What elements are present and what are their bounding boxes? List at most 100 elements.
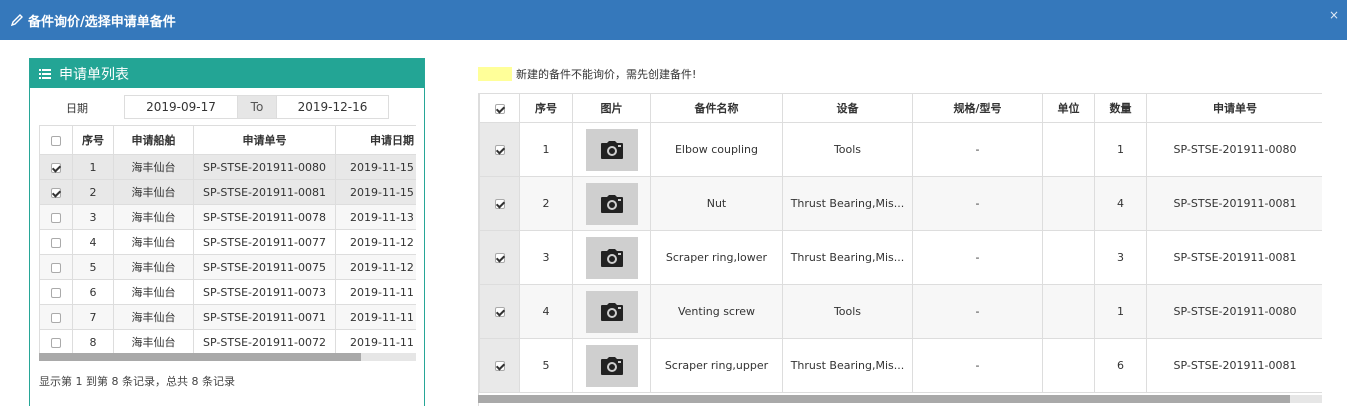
table-row[interactable]: 2 Nut Thrust Bearing,Mis... -4 SP-STSE-20191…	[479, 176, 1322, 231]
date-to-label: To	[238, 95, 276, 119]
row-select-cell[interactable]	[39, 254, 73, 280]
row-select-cell[interactable]	[39, 204, 73, 230]
select-all-checkbox[interactable]	[494, 103, 505, 114]
column-header: 申请日期	[335, 125, 416, 155]
photo-cell[interactable]	[572, 176, 651, 231]
ship-name: 海丰仙台	[113, 329, 194, 355]
row-checkbox[interactable]	[494, 361, 505, 371]
request-number: SP-STSE-201911-0081	[1146, 338, 1322, 393]
table-row[interactable]: 2 海丰仙台 SP-STSE-201911-0081 2019-11-15	[39, 179, 416, 205]
row-select-cell[interactable]	[39, 329, 73, 355]
column-header: 申请单号	[193, 125, 336, 155]
camera-icon	[600, 194, 623, 213]
camera-icon	[600, 140, 623, 159]
column-header: 规格/型号	[912, 93, 1043, 123]
spec-model: -	[912, 284, 1043, 339]
part-photo-placeholder[interactable]	[585, 182, 638, 225]
table-row[interactable]: 5 海丰仙台 SP-STSE-201911-0075 2019-11-12	[39, 254, 416, 280]
part-photo-placeholder[interactable]	[585, 128, 638, 171]
row-checkbox[interactable]	[494, 145, 505, 155]
row-checkbox[interactable]	[51, 262, 61, 273]
request-number: SP-STSE-201911-0080	[1146, 122, 1322, 177]
column-header: 序号	[72, 125, 114, 155]
row-select-cell[interactable]	[479, 176, 520, 231]
row-select-cell[interactable]	[39, 279, 73, 305]
part-photo-placeholder[interactable]	[585, 290, 638, 333]
row-select-cell[interactable]	[479, 338, 520, 393]
row-checkbox[interactable]	[51, 312, 61, 323]
row-number: 5	[72, 254, 114, 280]
row-select-cell[interactable]	[39, 179, 73, 205]
request-number: SP-STSE-201911-0077	[193, 229, 336, 255]
part-name: Nut	[650, 176, 783, 231]
row-checkbox[interactable]	[51, 187, 61, 198]
quantity: 1	[1094, 284, 1147, 339]
table-row[interactable]: 3 海丰仙台 SP-STSE-201911-0078 2019-11-13	[39, 204, 416, 230]
table-row[interactable]: 1 Elbow coupling Tools -1 SP-STSE-201911-008…	[479, 122, 1322, 177]
row-select-cell[interactable]	[479, 284, 520, 339]
photo-cell[interactable]	[572, 338, 651, 393]
table-row[interactable]: 1 海丰仙台 SP-STSE-201911-0080 2019-11-15	[39, 154, 416, 180]
request-table-container: 序号 申请船舶 申请单号 申请日期 1 海丰仙台 SP-STSE-201911-00…	[39, 125, 416, 361]
part-name: Elbow coupling	[650, 122, 783, 177]
row-checkbox[interactable]	[51, 237, 61, 248]
row-number: 4	[72, 229, 114, 255]
row-number: 1	[72, 154, 114, 180]
quantity: 4	[1094, 176, 1147, 231]
table-row[interactable]: 4 Venting screw Tools -1 SP-STSE-201911-0080	[479, 284, 1322, 339]
pencil-icon	[10, 14, 23, 27]
table-row[interactable]: 6 海丰仙台 SP-STSE-201911-0073 2019-11-11	[39, 279, 416, 305]
table-row[interactable]: 5 Scraper ring,upper Thrust Bearing,Mis...…	[479, 338, 1322, 393]
column-header: 图片	[572, 93, 651, 123]
select-all-header[interactable]	[479, 93, 520, 123]
select-all-header[interactable]	[39, 125, 73, 155]
row-select-cell[interactable]	[39, 304, 73, 330]
row-checkbox[interactable]	[51, 212, 61, 223]
scrollbar-thumb[interactable]	[478, 395, 1290, 403]
photo-cell[interactable]	[572, 230, 651, 285]
request-number: SP-STSE-201911-0073	[193, 279, 336, 305]
row-checkbox[interactable]	[494, 253, 505, 263]
request-number: SP-STSE-201911-0075	[193, 254, 336, 280]
column-header: 申请单号	[1146, 93, 1322, 123]
table-row[interactable]: 3 Scraper ring,lower Thrust Bearing,Mis...…	[479, 230, 1322, 285]
photo-cell[interactable]	[572, 122, 651, 177]
horizontal-scrollbar[interactable]	[478, 395, 1322, 403]
row-select-cell[interactable]	[479, 230, 520, 285]
row-select-cell[interactable]	[479, 122, 520, 177]
scrollbar-thumb[interactable]	[39, 353, 361, 361]
part-photo-placeholder[interactable]	[585, 236, 638, 279]
horizontal-scrollbar[interactable]	[39, 353, 416, 361]
row-checkbox[interactable]	[51, 337, 61, 348]
quantity: 3	[1094, 230, 1147, 285]
spec-model: -	[912, 338, 1043, 393]
date-from-input[interactable]: 2019-09-17	[124, 95, 238, 119]
pagination-info: 显示第 1 到第 8 条记录，总共 8 条记录	[39, 375, 235, 388]
request-number: SP-STSE-201911-0081	[193, 179, 336, 205]
date-to-input[interactable]: 2019-12-16	[276, 95, 389, 119]
parts-table-container: 序号 图片 备件名称 设备 规格/型号 单位 数量 申请单号 1 Elbow co…	[478, 93, 1322, 406]
request-date: 2019-11-11	[335, 304, 416, 330]
equipment: Thrust Bearing,Mis...	[782, 176, 913, 231]
request-number: SP-STSE-201911-0071	[193, 304, 336, 330]
row-select-cell[interactable]	[39, 229, 73, 255]
equipment: Tools	[782, 122, 913, 177]
row-checkbox[interactable]	[51, 162, 61, 173]
ship-name: 海丰仙台	[113, 229, 194, 255]
close-icon[interactable]: ×	[1329, 8, 1339, 22]
request-number: SP-STSE-201911-0072	[193, 329, 336, 355]
row-number: 1	[519, 122, 573, 177]
part-photo-placeholder[interactable]	[585, 344, 638, 387]
row-select-cell[interactable]	[39, 154, 73, 180]
row-checkbox[interactable]	[494, 199, 505, 209]
table-row[interactable]: 7 海丰仙台 SP-STSE-201911-0071 2019-11-11	[39, 304, 416, 330]
request-number: SP-STSE-201911-0078	[193, 204, 336, 230]
table-row[interactable]: 4 海丰仙台 SP-STSE-201911-0077 2019-11-12	[39, 229, 416, 255]
row-number: 4	[519, 284, 573, 339]
row-checkbox[interactable]	[494, 307, 505, 317]
select-all-checkbox[interactable]	[51, 135, 61, 146]
part-name: Venting screw	[650, 284, 783, 339]
row-checkbox[interactable]	[51, 287, 61, 298]
photo-cell[interactable]	[572, 284, 651, 339]
table-row[interactable]: 8 海丰仙台 SP-STSE-201911-0072 2019-11-11	[39, 329, 416, 355]
